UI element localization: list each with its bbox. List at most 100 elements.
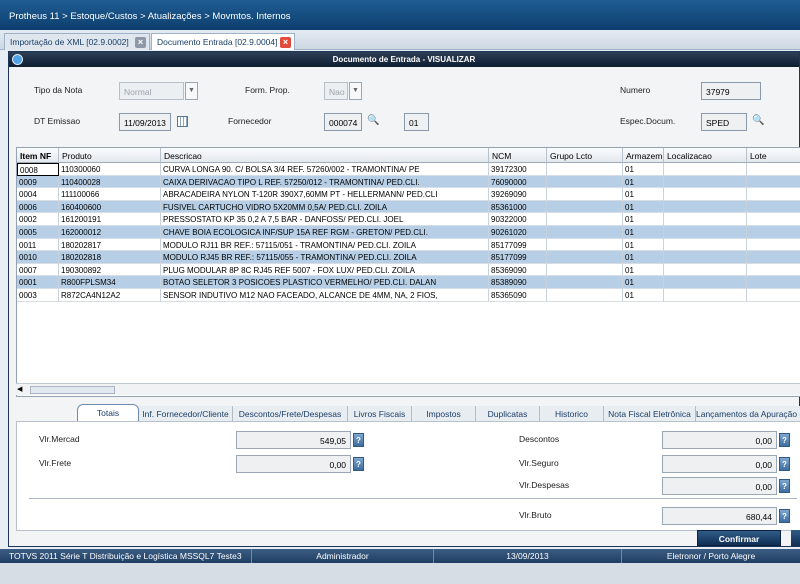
cell-lote[interactable] xyxy=(747,276,800,289)
cell-item-nf[interactable]: 0010 xyxy=(17,251,59,264)
table-row[interactable]: 0002 161200191 PRESSOSTATO KP 35 0,2 A 7,5… xyxy=(17,213,800,226)
cancel-button[interactable] xyxy=(791,530,800,546)
table-row[interactable]: 0001 R800FPLSM34 BOTAO SELETOR 3 POSICOES … xyxy=(17,276,800,289)
cell-armazem[interactable]: 01 xyxy=(623,213,664,226)
cell-item-nf[interactable]: 0002 xyxy=(17,213,59,226)
fornecedor-code-field[interactable]: 000074 xyxy=(324,113,362,131)
cell-produto[interactable]: R872CA4N12A2 xyxy=(59,289,161,302)
help-icon[interactable]: ? xyxy=(779,457,790,471)
cell-item-nf[interactable]: 0005 xyxy=(17,226,59,239)
cell-grupo-lcto[interactable] xyxy=(547,276,623,289)
vlr-frete-field[interactable]: 0,00 xyxy=(236,455,351,473)
tab-descontos-frete[interactable]: Descontos/Frete/Despesas xyxy=(233,406,348,422)
cell-lote[interactable] xyxy=(747,264,800,277)
cell-grupo-lcto[interactable] xyxy=(547,289,623,302)
vlr-despesas-field[interactable]: 0,00 xyxy=(662,477,777,495)
vlr-mercad-field[interactable]: 549,05 xyxy=(236,431,351,449)
cell-grupo-lcto[interactable] xyxy=(547,163,623,176)
table-row[interactable]: 0010 180202818 MODULO RJ45 BR REF.: 57115/… xyxy=(17,251,800,264)
cell-localizacao[interactable] xyxy=(664,163,747,176)
cell-lote[interactable] xyxy=(747,201,800,214)
cell-ncm[interactable]: 85369090 xyxy=(489,263,547,277)
tab-livros-fiscais[interactable]: Livros Fiscais xyxy=(348,406,412,422)
cell-descricao[interactable]: PLUG MODULAR 8P 8C RJ45 REF 5007 - FOX L… xyxy=(161,263,489,277)
cell-ncm[interactable]: 85361000 xyxy=(489,200,547,214)
cell-grupo-lcto[interactable] xyxy=(547,251,623,264)
cell-localizacao[interactable] xyxy=(664,276,747,289)
cell-grupo-lcto[interactable] xyxy=(547,200,623,214)
cell-armazem[interactable]: 01 xyxy=(623,251,664,264)
scroll-thumb[interactable] xyxy=(30,386,115,394)
cell-ncm[interactable]: 76090000 xyxy=(489,175,547,189)
cell-grupo-lcto[interactable] xyxy=(547,263,623,277)
cell-produto[interactable]: 111100066 xyxy=(59,188,161,201)
cell-armazem[interactable]: 01 xyxy=(623,163,664,176)
tab-duplicatas[interactable]: Duplicatas xyxy=(476,406,540,422)
cell-item-nf[interactable]: 0007 xyxy=(17,263,59,277)
cell-item-nf[interactable]: 0004 xyxy=(17,188,59,201)
cell-produto[interactable]: R800FPLSM34 xyxy=(59,276,161,289)
cell-localizacao[interactable] xyxy=(664,188,747,201)
horizontal-scrollbar[interactable]: ◀ xyxy=(16,383,800,395)
cell-ncm[interactable]: 39172300 xyxy=(489,163,547,176)
column-header-grupo-lcto[interactable]: Grupo Lcto xyxy=(547,148,623,163)
tab-lancamentos-apuracao-icms[interactable]: Lançamentos da Apuração de ICMS xyxy=(696,406,800,422)
cell-descricao[interactable]: PRESSOSTATO KP 35 0,2 A 7,5 BAR - DANFOS… xyxy=(161,213,489,226)
cell-produto[interactable]: 162000012 xyxy=(59,226,161,239)
table-row[interactable]: 0008 110300060 CURVA LONGA 90. C/ BOLSA 3/… xyxy=(17,163,800,176)
help-icon[interactable]: ? xyxy=(779,479,790,493)
help-icon[interactable]: ? xyxy=(779,509,790,523)
cell-localizacao[interactable] xyxy=(664,213,747,226)
cell-descricao[interactable]: ABRACADEIRA NYLON T-120R 390X7,60MM PT -… xyxy=(161,188,489,201)
cell-produto[interactable]: 160400600 xyxy=(59,200,161,214)
help-icon[interactable]: ? xyxy=(353,433,364,447)
cell-grupo-lcto[interactable] xyxy=(547,226,623,239)
close-icon[interactable]: × xyxy=(280,37,291,48)
cell-armazem[interactable]: 01 xyxy=(623,238,664,252)
cell-produto[interactable]: 110400028 xyxy=(59,175,161,189)
tab-nota-fiscal-eletronica[interactable]: Nota Fiscal Eletrônica xyxy=(604,406,696,422)
column-header-ncm[interactable]: NCM xyxy=(489,148,547,163)
cell-localizacao[interactable] xyxy=(664,226,747,239)
tab-impostos[interactable]: Impostos xyxy=(412,406,476,422)
items-grid[interactable]: Item NF Produto Descricao NCM Grupo Lcto… xyxy=(16,147,800,397)
help-icon[interactable]: ? xyxy=(353,457,364,471)
tab-documento-entrada[interactable]: Documento Entrada [02.9.0004] × xyxy=(151,33,295,50)
column-header-localizacao[interactable]: Localizacao xyxy=(664,148,747,163)
cell-lote[interactable] xyxy=(747,226,800,239)
cell-ncm[interactable]: 85365090 xyxy=(489,289,547,302)
cell-descricao[interactable]: CHAVE BOIA ECOLOGICA INF/SUP 15A REF RGM… xyxy=(161,226,489,239)
tab-historico[interactable]: Historico xyxy=(540,406,604,422)
table-row[interactable]: 0006 160400600 FUSIVEL CARTUCHO VIDRO 5X20… xyxy=(17,200,800,214)
cell-armazem[interactable]: 01 xyxy=(623,289,664,302)
cell-localizacao[interactable] xyxy=(664,175,747,189)
search-icon[interactable]: 🔍 xyxy=(367,115,379,127)
close-icon[interactable]: × xyxy=(135,37,146,48)
cell-item-nf[interactable]: 0009 xyxy=(17,175,59,189)
calendar-icon[interactable] xyxy=(177,116,188,127)
cell-armazem[interactable]: 01 xyxy=(623,188,664,201)
cell-item-nf[interactable]: 0008 xyxy=(17,163,59,176)
tipo-nota-select[interactable]: Normal xyxy=(119,82,184,100)
cell-produto[interactable]: 110300060 xyxy=(59,163,161,176)
cell-descricao[interactable]: MODULO RJ45 BR REF.: 57115/055 - TRAMONT… xyxy=(161,251,489,264)
cell-produto[interactable]: 161200191 xyxy=(59,213,161,226)
table-row[interactable]: 0009 110400028 CAIXA DERIVACAO TIPO L REF.… xyxy=(17,175,800,189)
cell-descricao[interactable]: SENSOR INDUTIVO M12 NAO FACEADO, ALCANCE… xyxy=(161,289,489,302)
column-header-descricao[interactable]: Descricao xyxy=(161,148,489,163)
column-header-lote[interactable]: Lote xyxy=(747,148,800,163)
cell-localizacao[interactable] xyxy=(664,251,747,264)
table-row[interactable]: 0007 190300892 PLUG MODULAR 8P 8C RJ45 REF… xyxy=(17,263,800,277)
cell-produto[interactable]: 190300892 xyxy=(59,263,161,277)
descontos-field[interactable]: 0,00 xyxy=(662,431,777,449)
cell-item-nf[interactable]: 0001 xyxy=(17,276,59,289)
column-header-armazem[interactable]: Armazem xyxy=(623,148,664,163)
confirm-button[interactable]: Confirmar xyxy=(697,530,781,546)
vlr-seguro-field[interactable]: 0,00 xyxy=(662,455,777,473)
scroll-left-icon[interactable]: ◀ xyxy=(17,385,27,395)
tab-inf-fornecedor[interactable]: Inf. Fornecedor/Cliente xyxy=(139,406,233,422)
chevron-down-icon[interactable]: ▼ xyxy=(349,82,362,100)
cell-localizacao[interactable] xyxy=(664,200,747,214)
cell-lote[interactable] xyxy=(747,163,800,176)
cell-grupo-lcto[interactable] xyxy=(547,213,623,226)
